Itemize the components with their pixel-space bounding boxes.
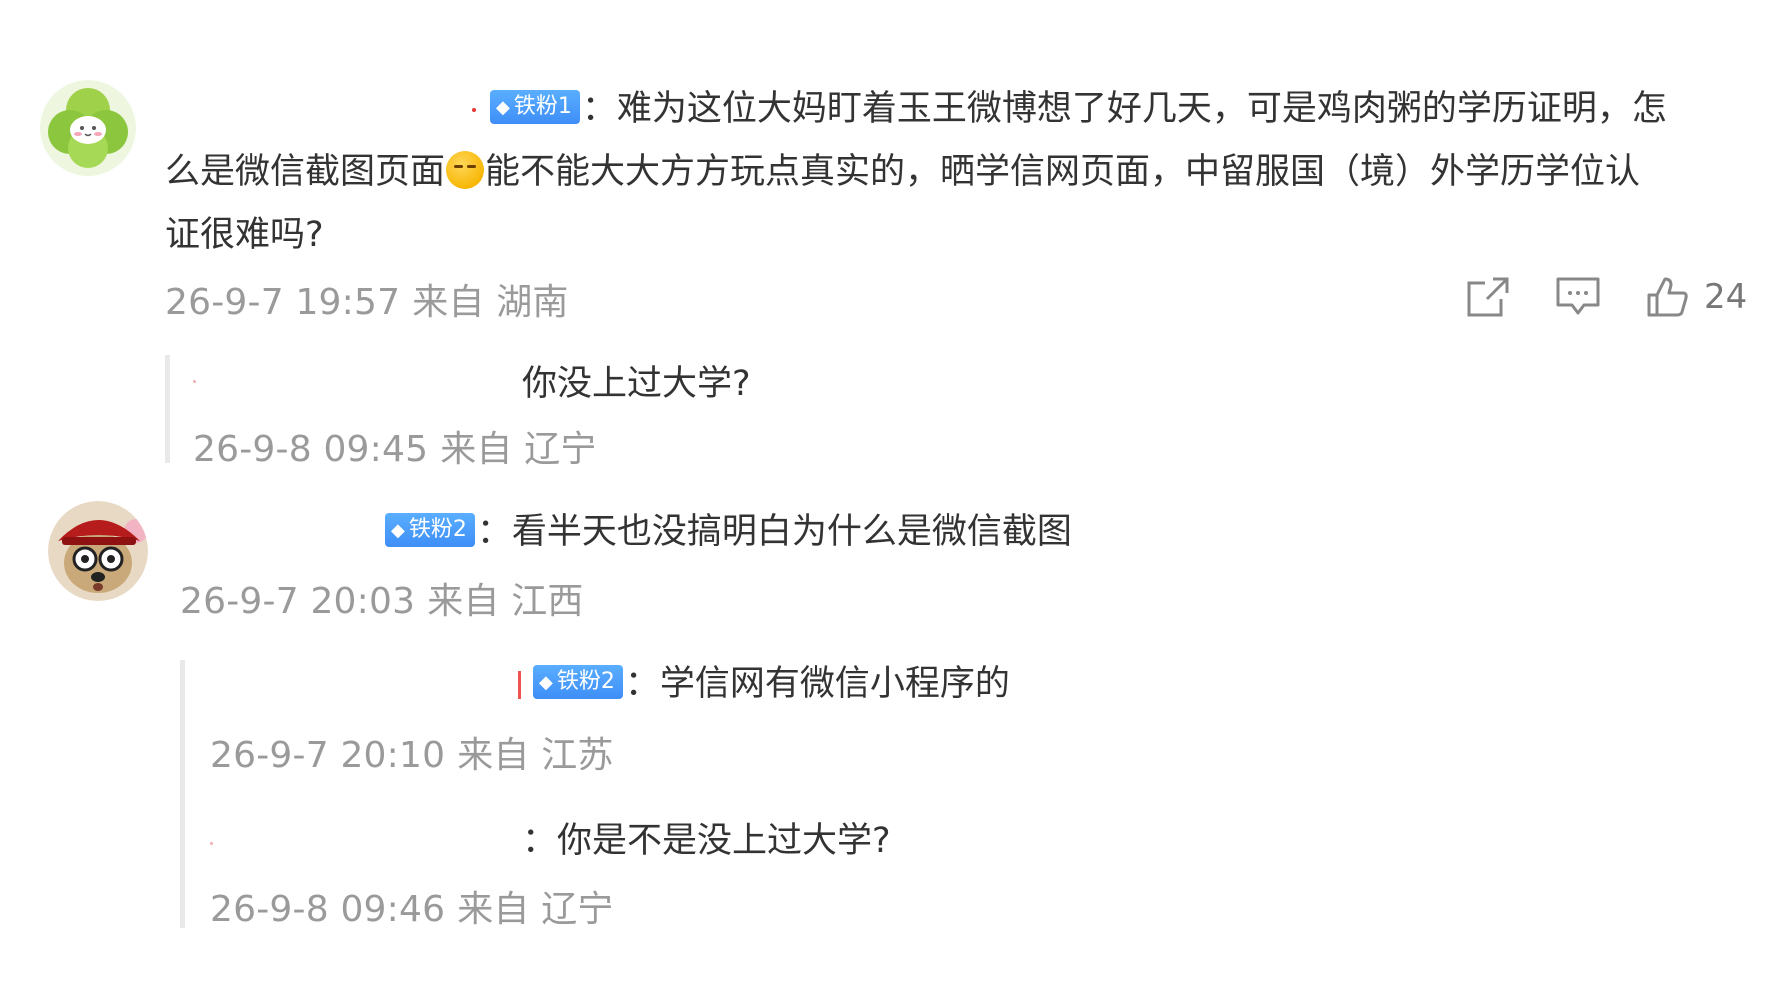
reply-3-text: ：你是不是没上过大学?	[522, 821, 891, 861]
like-button[interactable]	[1642, 272, 1694, 322]
reply-1-meta: 26-9-8 09:45 来自 辽宁	[193, 420, 597, 472]
reply-1-text: 你没上过大学?	[522, 364, 751, 404]
fan-badge[interactable]: ◆ 铁粉2	[385, 513, 475, 547]
reply-2-body: ◆ 铁粉2 ：学信网有微信小程序的	[518, 655, 1010, 706]
comment-text: ：看半天也没搞明白为什么是微信截图	[476, 512, 1072, 552]
reply-indicator-bar	[180, 660, 185, 928]
decoration-bar	[518, 671, 521, 699]
comment-2-body: ◆ 铁粉2 ：看半天也没搞明白为什么是微信截图	[385, 503, 1072, 554]
timestamp: 26-9-7 20:10	[210, 735, 446, 776]
comment-1-meta: 26-9-7 19:57 来自 湖南	[165, 273, 569, 325]
location: 来自 湖南	[412, 282, 569, 323]
user-avatar-clover[interactable]	[40, 80, 136, 176]
diamond-icon: ◆	[496, 97, 510, 118]
username-placeholder[interactable]	[165, 119, 472, 120]
decoration-dot	[472, 108, 476, 112]
reply-text: ：学信网有微信小程序的	[624, 664, 1010, 704]
comment-1-actions: 24	[1462, 272, 1747, 322]
user-avatar-dog[interactable]	[48, 501, 148, 601]
comment-1-body: ◆ 铁粉1 ：难为这位大妈盯着玉王微博想了好几天，可是鸡肉粥的学历证明，怎 么是微信…	[165, 78, 1755, 267]
decoration-dot	[193, 380, 196, 383]
location: 来自 江西	[427, 581, 584, 622]
fan-badge[interactable]: ◆ 铁粉2	[533, 665, 623, 699]
location: 来自 辽宁	[457, 889, 614, 930]
fan-badge[interactable]: ◆ 铁粉1	[490, 90, 580, 124]
unamused-face-emoji-icon	[446, 151, 485, 189]
fan-badge-label: 铁粉2	[408, 517, 467, 542]
share-button[interactable]	[1462, 272, 1514, 322]
timestamp: 26-9-8 09:45	[193, 429, 429, 470]
thumbs-up-icon	[1647, 277, 1688, 317]
comment-text: 能不能大大方方玩点真实的，晒学信网页面，中留服国（境）外学历学位认	[485, 152, 1641, 192]
timestamp: 26-9-7 20:03	[180, 581, 416, 622]
comment-2-meta: 26-9-7 20:03 来自 江西	[180, 572, 584, 624]
comment-icon	[1556, 277, 1600, 315]
reply-3-meta: 26-9-8 09:46 来自 辽宁	[210, 880, 614, 932]
comment-thread: ◆ 铁粉1 ：难为这位大妈盯着玉王微博想了好几天，可是鸡肉粥的学历证明，怎 么是微信…	[0, 0, 1788, 984]
comment-button[interactable]	[1552, 272, 1604, 322]
reply-2-meta: 26-9-7 20:10 来自 江苏	[210, 726, 614, 778]
reply-indicator-bar	[165, 355, 170, 463]
fan-badge-label: 铁粉1	[513, 94, 572, 119]
comment-text: 证很难吗?	[165, 215, 324, 255]
like-count: 24	[1704, 277, 1748, 317]
decoration-dot	[210, 842, 213, 845]
timestamp: 26-9-7 19:57	[165, 282, 401, 323]
comment-text: ：难为这位大妈盯着玉王微博想了好几天，可是鸡肉粥的学历证明，怎	[581, 89, 1667, 129]
location: 来自 辽宁	[440, 429, 597, 470]
timestamp: 26-9-8 09:46	[210, 889, 446, 930]
location: 来自 江苏	[457, 735, 614, 776]
share-icon	[1467, 277, 1509, 317]
diamond-icon: ◆	[391, 520, 405, 541]
comment-text: 么是微信截图页面	[165, 152, 446, 192]
fan-badge-label: 铁粉2	[556, 669, 615, 694]
diamond-icon: ◆	[539, 672, 553, 693]
